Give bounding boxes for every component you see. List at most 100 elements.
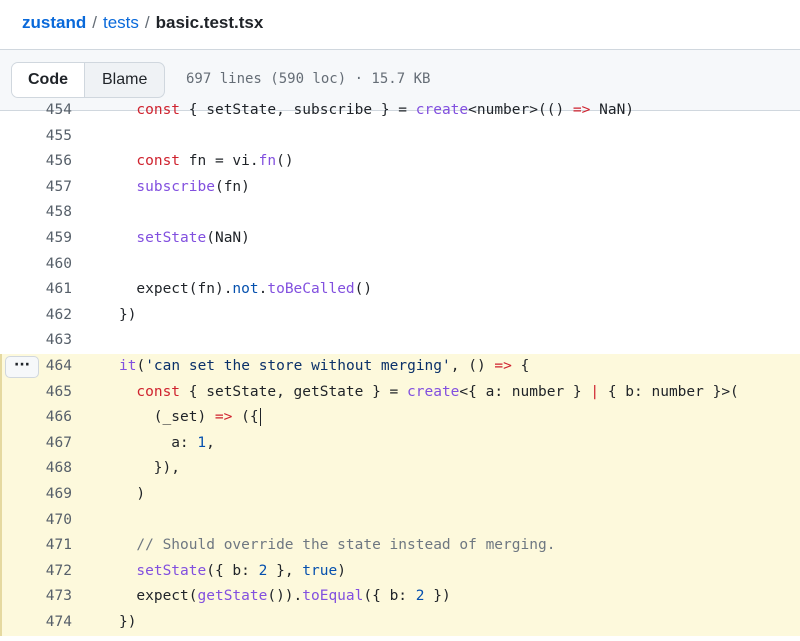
line-number[interactable]: 462 [0,303,72,329]
file-info: 697 lines (590 loc) · 15.7 KB [186,71,431,87]
code-line[interactable]: 456 const fn = vi.fn() [0,149,800,175]
breadcrumb-file-name: basic.test.tsx [155,13,264,32]
code-text: }), [154,456,180,482]
code-line[interactable]: 460 [0,252,800,278]
line-number[interactable]: 455 [0,124,72,150]
breadcrumb-repo-link[interactable]: zustand [22,13,86,33]
code-token: expect(fn). [136,281,233,298]
code-token: setState [136,230,207,246]
code-text: (_set) => ({ [154,405,261,431]
code-token: toEqual [302,588,364,605]
code-text: }) [119,303,136,329]
line-number[interactable]: 454 [0,102,72,124]
code-token: const [136,102,181,118]
code-token: 1 [197,434,207,451]
code-token: => [494,358,512,374]
code-line[interactable]: 462}) [0,303,800,329]
code-line[interactable]: 473 expect(getState()).toEqual({ b: 2 }) [0,584,800,610]
line-number[interactable]: 474 [0,610,72,636]
code-token: () [276,153,294,170]
code-token: setState [136,562,207,579]
line-number[interactable]: 465 [0,380,72,406]
blame-view-button[interactable]: Blame [85,63,164,97]
breadcrumb-separator: / [92,13,97,32]
breadcrumb-folder-link[interactable]: tests [103,13,139,33]
code-text: const { setState, subscribe } = create<n… [136,102,634,124]
line-number[interactable]: 460 [0,252,72,278]
code-view[interactable]: 454 const { setState, subscribe } = creat… [0,102,800,641]
code-line[interactable]: 459 setState(NaN) [0,226,800,252]
code-token: subscribe [136,178,215,195]
line-number[interactable]: 459 [0,226,72,252]
code-token: const [136,153,181,170]
code-line[interactable]: ··· 464 it('can set the store without merg… [0,354,800,380]
code-text: const fn = vi.fn() [136,149,293,175]
line-number[interactable]: 466 [0,405,72,431]
view-toggle: Code Blame [11,62,166,98]
code-line[interactable]: 468}), [0,456,800,482]
code-line[interactable]: 466 (_set) => ({ [0,405,800,431]
line-number[interactable]: 461 [0,277,72,303]
code-token: 2 [415,588,425,605]
line-number[interactable]: 472 [0,559,72,585]
code-token: ) [337,562,346,579]
code-token: true [302,562,338,579]
code-text: expect(fn).not.toBeCalled() [136,277,372,303]
line-number[interactable]: 473 [0,584,72,610]
code-token: }) [119,614,137,630]
code-line[interactable]: 469) [0,482,800,508]
line-number[interactable]: 470 [0,508,72,534]
code-token: ({ b: [363,588,416,605]
code-line[interactable]: 472 setState({ b: 2 }, true) [0,558,800,585]
code-line[interactable]: 463 [0,328,800,354]
code-token: (NaN) [206,230,250,246]
code-token: | [590,383,600,400]
code-token: ({ [232,409,259,426]
code-token: const [136,383,181,400]
code-text: a: 1, [171,431,215,457]
code-token: , () [450,358,495,374]
code-view-button[interactable]: Code [12,63,85,97]
code-line[interactable]: 470 [0,507,800,534]
code-token: ()). [267,588,303,605]
code-token: a: [171,434,198,451]
line-number[interactable]: 457 [0,175,72,201]
code-line[interactable]: 455 [0,124,800,150]
code-token: () [354,281,373,298]
code-line[interactable]: 454 const { setState, subscribe } = creat… [0,102,800,124]
line-number[interactable]: 471 [0,533,72,559]
code-line[interactable]: 465 const { setState, getState } = create… [0,379,800,406]
code-token: fn = vi. [180,153,259,170]
code-text: expect(getState()).toEqual({ b: 2 }) [136,584,450,610]
line-number[interactable]: 463 [0,328,72,354]
code-token: }), [153,460,180,477]
code-token: => [572,102,591,118]
code-token: , [206,434,215,451]
code-token: toBeCalled [267,281,355,298]
line-number[interactable]: 456 [0,149,72,175]
code-token: fn [258,153,277,170]
code-line[interactable]: 467 a: 1, [0,430,800,457]
breadcrumb: zustand / tests / basic.test.tsx [22,10,263,36]
code-token: { [511,358,530,374]
code-line[interactable]: 474}) [0,610,800,636]
code-token: create [407,383,460,400]
code-token: <number>(() [468,102,573,118]
code-text: setState({ b: 2 }, true) [136,559,346,585]
code-text: subscribe(fn) [136,175,250,201]
code-text: }) [119,610,136,636]
code-token: }) [119,306,137,323]
code-line[interactable]: 461 expect(fn).not.toBeCalled() [0,277,800,303]
code-line[interactable]: 458 [0,200,800,226]
text-cursor [259,408,261,427]
code-token: (fn) [214,178,250,195]
line-number[interactable]: 464 [0,354,72,380]
line-number[interactable]: 467 [0,431,72,457]
code-line[interactable]: 457 subscribe(fn) [0,175,800,201]
line-number[interactable]: 468 [0,456,72,482]
code-token: => [214,409,233,426]
line-number[interactable]: 458 [0,200,72,226]
code-line[interactable]: 471 // Should override the state instead … [0,533,800,559]
line-number[interactable]: 469 [0,482,72,508]
code-token: NaN) [590,102,635,118]
